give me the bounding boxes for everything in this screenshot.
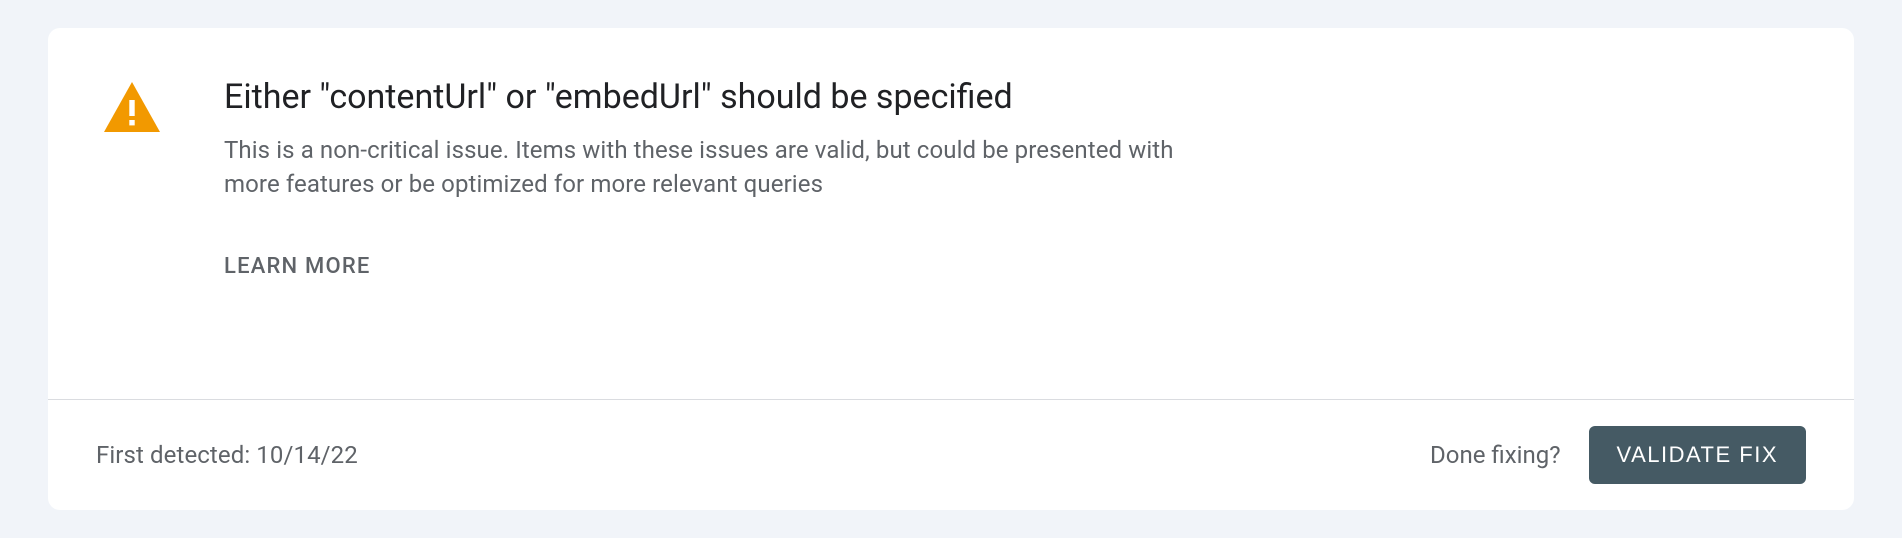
warning-icon — [104, 82, 160, 132]
card-top: Either "contentUrl" or "embedUrl" should… — [48, 28, 1854, 399]
first-detected-label: First detected: 10/14/22 — [96, 441, 358, 469]
issue-title: Either "contentUrl" or "embedUrl" should… — [224, 76, 1180, 119]
text-column: Either "contentUrl" or "embedUrl" should… — [160, 76, 1180, 279]
card-footer: First detected: 10/14/22 Done fixing? VA… — [48, 400, 1854, 510]
validate-fix-button[interactable]: VALIDATE FIX — [1589, 426, 1806, 484]
issue-card: Either "contentUrl" or "embedUrl" should… — [48, 28, 1854, 510]
learn-more-link[interactable]: LEARN MORE — [224, 254, 371, 279]
footer-right: Done fixing? VALIDATE FIX — [1430, 426, 1806, 484]
done-fixing-label: Done fixing? — [1430, 441, 1561, 469]
icon-column — [104, 76, 160, 132]
issue-description: This is a non-critical issue. Items with… — [224, 133, 1180, 203]
